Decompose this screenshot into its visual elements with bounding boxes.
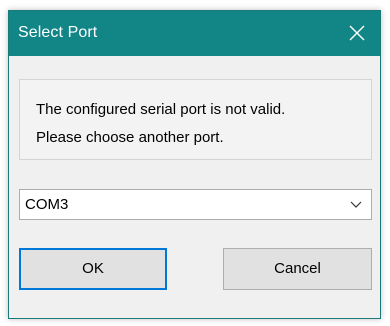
close-icon	[349, 25, 365, 41]
cancel-button[interactable]: Cancel	[223, 248, 372, 290]
message-panel: The configured serial port is not valid.…	[19, 79, 372, 160]
port-selected-value: COM3	[25, 196, 69, 213]
close-button[interactable]	[334, 11, 380, 56]
chevron-down-icon	[350, 201, 362, 208]
port-dropdown[interactable]: COM3	[19, 189, 372, 220]
message-line-1: The configured serial port is not valid.	[36, 101, 286, 118]
cancel-button-label: Cancel	[274, 260, 321, 277]
select-port-dialog: Select Port The configured serial port i…	[8, 10, 381, 319]
ok-button[interactable]: OK	[19, 248, 167, 290]
window-title: Select Port	[18, 24, 98, 41]
title-bar[interactable]: Select Port	[9, 11, 380, 56]
message-line-2: Please choose another port.	[36, 129, 224, 146]
ok-button-label: OK	[82, 260, 104, 277]
